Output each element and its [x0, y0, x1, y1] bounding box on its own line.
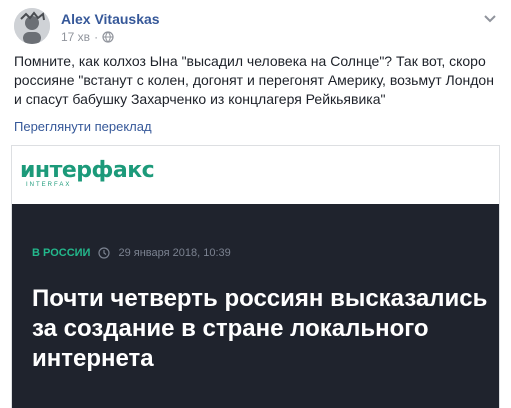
post-meta: 17 хв ·	[61, 30, 114, 44]
clock-icon	[98, 247, 111, 259]
chevron-down-icon[interactable]	[482, 10, 498, 26]
card-headline[interactable]: Почти четверть россиян высказались за со…	[32, 284, 492, 374]
card-rubric: В РОССИИ	[32, 247, 91, 259]
see-translation-link[interactable]: Переглянути переклад	[14, 119, 152, 134]
avatar-icon	[14, 8, 50, 44]
interfax-logo-subtext: INTERFAX	[26, 182, 72, 188]
post-text: Помните, как колхоз Ына "высадил человек…	[14, 53, 494, 107]
globe-icon	[102, 31, 114, 43]
card-date: 29 января 2018, 10:39	[118, 247, 231, 259]
post-time[interactable]: 17 хв	[61, 30, 90, 44]
interfax-logo: интерфакс	[20, 158, 155, 183]
post-author[interactable]: Alex Vitauskas	[61, 11, 160, 27]
card-meta: В РОССИИ 29 января 2018, 10:39	[32, 247, 231, 259]
avatar[interactable]	[14, 8, 50, 44]
post-header: Alex Vitauskas 17 хв ·	[14, 4, 504, 44]
card-logo-band: интерфакс INTERFAX	[12, 146, 499, 204]
link-preview-card[interactable]: интерфакс INTERFAX В РОССИИ 29 января 20…	[11, 145, 500, 408]
